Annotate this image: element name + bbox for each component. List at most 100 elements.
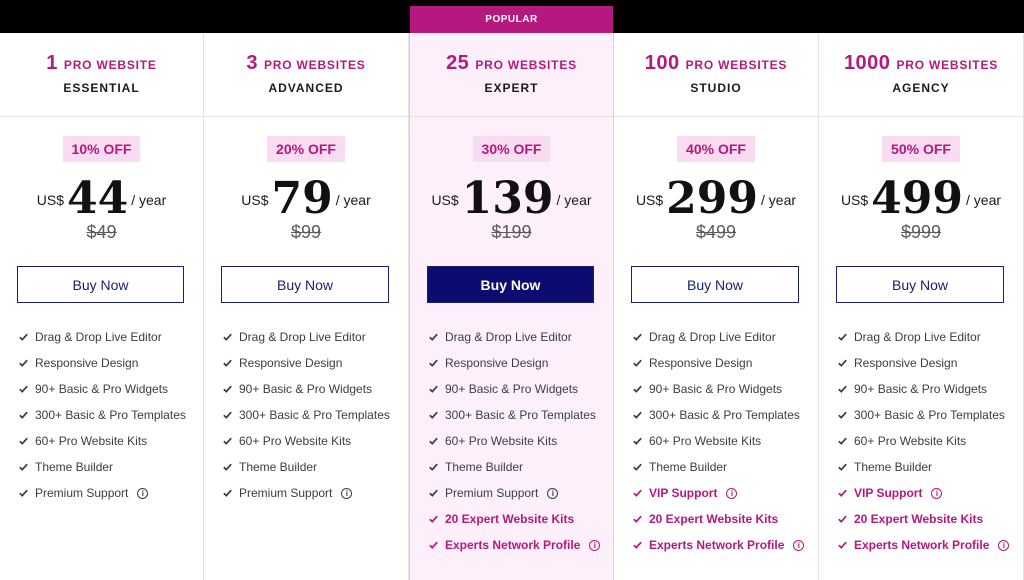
- check-icon: [429, 405, 445, 425]
- info-icon[interactable]: i: [931, 488, 943, 499]
- feature-item: Responsive Design: [838, 353, 1019, 379]
- feature-label: Drag & Drop Live Editor: [649, 330, 776, 344]
- feature-item: 20 Expert Website Kits: [429, 509, 609, 535]
- feature-label: Drag & Drop Live Editor: [854, 330, 981, 344]
- sites-count: 1000: [843, 52, 891, 74]
- feature-item: 60+ Pro Website Kits: [19, 431, 199, 457]
- info-icon[interactable]: i: [341, 488, 353, 499]
- discount-badge: 30% OFF: [472, 136, 551, 162]
- feature-item: 300+ Basic & Pro Templates: [429, 405, 609, 431]
- info-icon[interactable]: i: [726, 488, 738, 499]
- check-icon: [838, 353, 854, 373]
- feature-label: Drag & Drop Live Editor: [35, 330, 162, 344]
- feature-label: 60+ Pro Website Kits: [239, 434, 352, 448]
- check-icon: [838, 535, 854, 555]
- price-period: / year: [335, 192, 371, 208]
- price-row: US$139/ year: [410, 173, 613, 224]
- price-row: US$44/ year: [0, 173, 203, 224]
- feature-label: 90+ Basic & Pro Widgets: [239, 382, 373, 396]
- sites-count: 25: [446, 52, 470, 74]
- feature-label: VIP Support: [854, 486, 923, 500]
- check-icon: [838, 327, 854, 347]
- info-icon[interactable]: i: [793, 540, 805, 551]
- plan-card-advanced: 3 PRO WEBSITES ADVANCED 20% OFF US$79/ ye…: [204, 33, 409, 580]
- feature-item: 60+ Pro Website Kits: [838, 431, 1019, 457]
- check-icon: [633, 535, 649, 555]
- buy-now-button[interactable]: Buy Now: [631, 266, 799, 303]
- feature-label: 60+ Pro Website Kits: [649, 434, 762, 448]
- feature-item: Premium Support i: [19, 483, 199, 509]
- feature-item: Responsive Design: [633, 353, 814, 379]
- feature-item: Drag & Drop Live Editor: [19, 327, 199, 353]
- check-icon: [633, 483, 649, 503]
- feature-label: Experts Network Profile: [445, 538, 581, 552]
- feature-item: 90+ Basic & Pro Widgets: [429, 379, 609, 405]
- check-icon: [838, 509, 854, 529]
- feature-item: 20 Expert Website Kits: [838, 509, 1019, 535]
- tier-name: EXPERT: [484, 81, 539, 95]
- check-icon: [19, 353, 35, 373]
- feature-item: Theme Builder: [633, 457, 814, 483]
- feature-list: Drag & Drop Live Editor Responsive Desig…: [223, 327, 404, 509]
- feature-label: 300+ Basic & Pro Templates: [445, 408, 596, 422]
- info-icon[interactable]: i: [547, 488, 559, 499]
- feature-label: 20 Expert Website Kits: [649, 512, 779, 526]
- check-icon: [429, 509, 445, 529]
- check-icon: [19, 431, 35, 451]
- feature-item: Drag & Drop Live Editor: [223, 327, 404, 353]
- check-icon: [429, 457, 445, 477]
- feature-label: Premium Support: [35, 486, 129, 500]
- info-icon[interactable]: i: [998, 540, 1010, 551]
- plan-card-expert: POPULAR 25 PRO WEBSITES EXPERT 30% OFF US…: [409, 6, 614, 580]
- feature-label: Responsive Design: [239, 356, 343, 370]
- feature-item: 90+ Basic & Pro Widgets: [223, 379, 404, 405]
- feature-item: 20 Expert Website Kits: [633, 509, 814, 535]
- plan-header: 3 PRO WEBSITES ADVANCED: [204, 33, 408, 117]
- buy-now-button[interactable]: Buy Now: [427, 266, 594, 303]
- feature-label: Theme Builder: [239, 460, 318, 474]
- sites-line: 1000 PRO WEBSITES: [819, 51, 1023, 75]
- feature-label: 60+ Pro Website Kits: [35, 434, 148, 448]
- currency-label: US$: [635, 192, 664, 208]
- info-icon[interactable]: i: [137, 488, 149, 499]
- check-icon: [429, 327, 445, 347]
- feature-item: Drag & Drop Live Editor: [838, 327, 1019, 353]
- price-row: US$299/ year: [614, 173, 818, 224]
- info-icon[interactable]: i: [589, 540, 601, 551]
- sites-text: PRO WEBSITE: [63, 58, 157, 72]
- tier-name: ADVANCED: [268, 81, 344, 95]
- price-amount: 139: [461, 173, 554, 224]
- feature-label: Responsive Design: [649, 356, 753, 370]
- feature-label: Theme Builder: [35, 460, 114, 474]
- feature-item: 60+ Pro Website Kits: [429, 431, 609, 457]
- sites-text: PRO WEBSITES: [264, 58, 366, 72]
- feature-label: Responsive Design: [445, 356, 549, 370]
- feature-label: Premium Support: [445, 486, 539, 500]
- feature-label: Responsive Design: [854, 356, 958, 370]
- check-icon: [429, 353, 445, 373]
- discount-badge: 50% OFF: [882, 136, 960, 162]
- sites-count: 3: [246, 52, 258, 74]
- buy-now-button[interactable]: Buy Now: [221, 266, 389, 303]
- check-icon: [838, 483, 854, 503]
- feature-item: Experts Network Profile i: [429, 535, 609, 561]
- check-icon: [633, 405, 649, 425]
- check-icon: [838, 379, 854, 399]
- check-icon: [633, 509, 649, 529]
- check-icon: [223, 405, 239, 425]
- plan-header: 100 PRO WEBSITES STUDIO: [614, 33, 818, 117]
- feature-label: 90+ Basic & Pro Widgets: [445, 382, 579, 396]
- sites-line: 100 PRO WEBSITES: [614, 51, 818, 75]
- plan-card-studio: 100 PRO WEBSITES STUDIO 40% OFF US$299/ y…: [614, 33, 819, 580]
- feature-label: 300+ Basic & Pro Templates: [649, 408, 800, 422]
- price-amount: 299: [666, 173, 759, 224]
- check-icon: [223, 483, 239, 503]
- buy-now-button[interactable]: Buy Now: [836, 266, 1004, 303]
- discount-badge: 20% OFF: [267, 136, 345, 162]
- feature-label: Experts Network Profile: [649, 538, 785, 552]
- buy-now-button[interactable]: Buy Now: [17, 266, 184, 303]
- feature-item: Drag & Drop Live Editor: [429, 327, 609, 353]
- check-icon: [19, 483, 35, 503]
- feature-item: 60+ Pro Website Kits: [633, 431, 814, 457]
- check-icon: [429, 431, 445, 451]
